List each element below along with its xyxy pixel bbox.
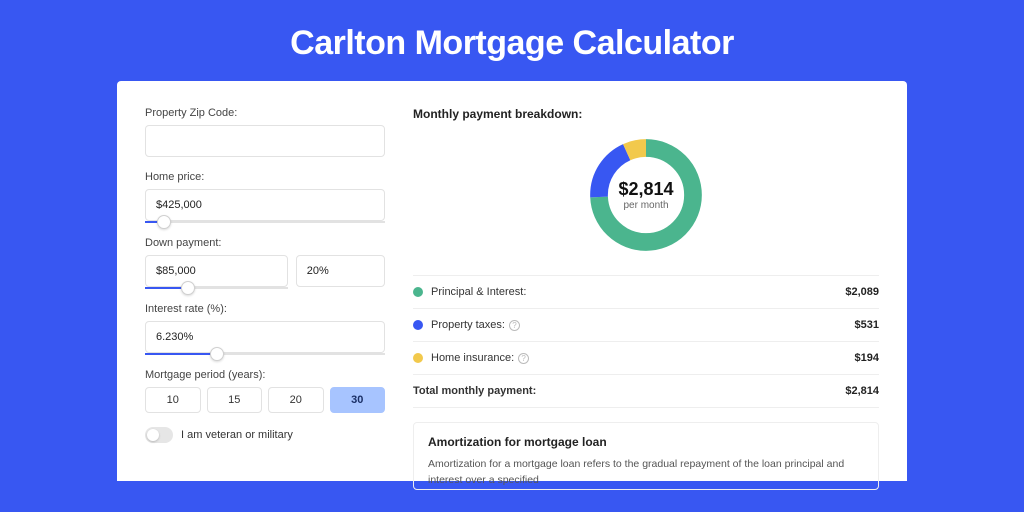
info-icon[interactable]: ? bbox=[518, 353, 529, 364]
legend-row: Principal & Interest:$2,089 bbox=[413, 276, 879, 309]
zip-field: Property Zip Code: bbox=[145, 107, 385, 157]
legend-label: Property taxes:? bbox=[431, 319, 855, 331]
legend-row: Property taxes:?$531 bbox=[413, 309, 879, 342]
legend-total-label: Total monthly payment: bbox=[413, 385, 845, 397]
period-button-30[interactable]: 30 bbox=[330, 387, 386, 413]
period-button-20[interactable]: 20 bbox=[268, 387, 324, 413]
period-label: Mortgage period (years): bbox=[145, 369, 385, 381]
amortization-section: Amortization for mortgage loan Amortizat… bbox=[413, 422, 879, 490]
down-percent-input[interactable] bbox=[296, 255, 385, 287]
rate-field: Interest rate (%): bbox=[145, 303, 385, 355]
period-button-15[interactable]: 15 bbox=[207, 387, 263, 413]
price-slider[interactable] bbox=[145, 221, 385, 223]
price-field: Home price: bbox=[145, 171, 385, 223]
legend-value: $531 bbox=[855, 319, 879, 331]
down-label: Down payment: bbox=[145, 237, 385, 249]
legend: Principal & Interest:$2,089Property taxe… bbox=[413, 275, 879, 408]
legend-total-row: Total monthly payment:$2,814 bbox=[413, 375, 879, 408]
legend-total-value: $2,814 bbox=[845, 385, 879, 397]
amortization-text: Amortization for a mortgage loan refers … bbox=[428, 457, 864, 489]
legend-row: Home insurance:?$194 bbox=[413, 342, 879, 375]
down-slider-thumb[interactable] bbox=[181, 281, 195, 295]
legend-dot bbox=[413, 287, 423, 297]
veteran-row: I am veteran or military bbox=[145, 427, 385, 443]
legend-label: Home insurance:? bbox=[431, 352, 855, 364]
down-amount-input[interactable] bbox=[145, 255, 288, 287]
info-icon[interactable]: ? bbox=[509, 320, 520, 331]
donut-chart: $2,814 per month bbox=[413, 133, 879, 257]
down-slider[interactable] bbox=[145, 287, 288, 289]
period-button-10[interactable]: 10 bbox=[145, 387, 201, 413]
legend-label: Principal & Interest: bbox=[431, 286, 845, 298]
zip-input[interactable] bbox=[145, 125, 385, 157]
price-input[interactable] bbox=[145, 189, 385, 221]
page-title: Carlton Mortgage Calculator bbox=[0, 0, 1024, 81]
amortization-title: Amortization for mortgage loan bbox=[428, 435, 864, 449]
legend-dot bbox=[413, 353, 423, 363]
legend-value: $194 bbox=[855, 352, 879, 364]
legend-dot bbox=[413, 320, 423, 330]
breakdown-panel: Monthly payment breakdown: $2,814 per mo… bbox=[413, 107, 879, 481]
price-slider-thumb[interactable] bbox=[157, 215, 171, 229]
veteran-toggle[interactable] bbox=[145, 427, 173, 443]
rate-label: Interest rate (%): bbox=[145, 303, 385, 315]
rate-slider[interactable] bbox=[145, 353, 385, 355]
down-field: Down payment: bbox=[145, 237, 385, 289]
price-label: Home price: bbox=[145, 171, 385, 183]
rate-input[interactable] bbox=[145, 321, 385, 353]
period-field: Mortgage period (years): 10152030 bbox=[145, 369, 385, 413]
legend-value: $2,089 bbox=[845, 286, 879, 298]
calculator-card: Property Zip Code: Home price: Down paym… bbox=[117, 81, 907, 481]
rate-slider-thumb[interactable] bbox=[210, 347, 224, 361]
veteran-label: I am veteran or military bbox=[181, 429, 293, 441]
breakdown-title: Monthly payment breakdown: bbox=[413, 107, 879, 121]
donut-sub: per month bbox=[623, 200, 668, 211]
donut-amount: $2,814 bbox=[618, 179, 673, 200]
inputs-panel: Property Zip Code: Home price: Down paym… bbox=[145, 107, 385, 481]
zip-label: Property Zip Code: bbox=[145, 107, 385, 119]
